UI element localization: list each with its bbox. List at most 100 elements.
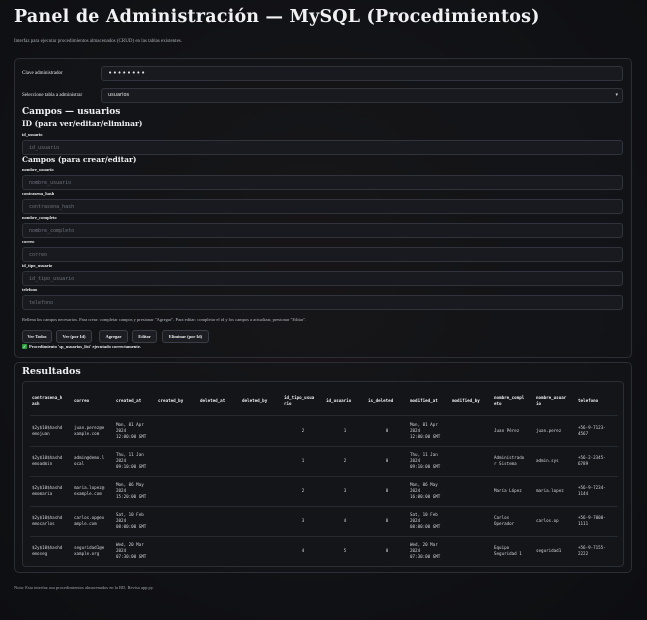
table-cell: Wed, 20 Mar 2024 07:30:00 GMT	[408, 535, 450, 566]
column-header: deleted_at	[200, 397, 226, 403]
table-cell: Thu, 11 Jan 2024 09:10:00 GMT	[114, 445, 156, 476]
table-cell	[156, 475, 198, 506]
table-cell: Sat, 10 Feb 2024 08:00:00 GMT	[114, 505, 156, 536]
table-cell: 0	[366, 505, 408, 536]
fields-section-title: Campos — usuarios	[22, 107, 121, 117]
table-cell: 5	[324, 535, 366, 566]
view-all-button[interactable]: Ver Todos	[22, 330, 52, 343]
column-header: id_usuario	[326, 397, 352, 403]
table-cell: seguridad1	[534, 535, 576, 566]
table-cell: 0	[366, 535, 408, 566]
column-header: created_at	[116, 397, 142, 403]
table-cell: carlos.op	[534, 505, 576, 536]
table-cell: +56-9-7234- 1144	[576, 475, 618, 506]
table-cell	[240, 505, 282, 536]
table-cell: juan.perez	[534, 414, 576, 446]
table-cell: 4	[324, 505, 366, 536]
nombre-completo-input[interactable]	[22, 223, 623, 238]
table-cell: $2y$10$hashd emoseg	[30, 535, 72, 566]
results-table-container[interactable]: contrasena_h ash correo created_at created_…	[22, 381, 624, 567]
table-cell: Mon, 01 Apr 2024 12:00:00 GMT	[114, 414, 156, 446]
column-header: correo	[74, 397, 90, 403]
table-row: $2y$10$hashd emojuan juan.perez@e xample.…	[30, 414, 618, 446]
nombre-usuario-input[interactable]	[22, 175, 623, 190]
table-cell: $2y$10$hashd emoadmin	[30, 445, 72, 476]
table-cell	[240, 475, 282, 506]
edit-button[interactable]: Editar	[132, 330, 157, 343]
table-cell: Carlos Operador	[492, 505, 534, 536]
field-label-nombre-usuario: nombre_usuario	[22, 167, 54, 172]
table-cell	[156, 505, 198, 536]
table-cell: Mon, 06 May 2024 15:20:00 GMT	[114, 475, 156, 506]
id-tipo-usuario-input[interactable]	[22, 271, 623, 286]
column-header: telefono	[578, 397, 599, 403]
column-header: nombre_usuar io	[536, 394, 567, 406]
table-cell: 3	[324, 475, 366, 506]
table-cell: +56-9-7000- 1111	[576, 505, 618, 536]
table-cell	[156, 445, 198, 476]
table-cell	[450, 505, 492, 536]
column-header: nombre_compl eto	[494, 394, 525, 406]
column-header: is_deleted	[368, 397, 394, 403]
table-cell	[450, 535, 492, 566]
table-cell: Wed, 20 Mar 2024 07:30:00 GMT	[114, 535, 156, 566]
field-label-nombre-completo: nombre_completo	[22, 215, 57, 220]
telefono-input[interactable]	[22, 295, 623, 310]
table-cell: +56-2-2345- 6789	[576, 445, 618, 476]
table-cell: 0	[366, 445, 408, 476]
table-cell: maria.lopez	[534, 475, 576, 506]
page-subtitle: Interfaz para ejecutar procedimientos al…	[14, 39, 182, 44]
status-text: Procedimiento 'sp_usuarios_list' ejecuta…	[29, 344, 141, 349]
table-cell: Juan Pérez	[492, 414, 534, 446]
table-cell: $2y$10$hashd emomaria	[30, 475, 72, 506]
table-cell	[240, 535, 282, 566]
column-header: id_tipo_usua rio	[284, 394, 315, 406]
table-body: $2y$10$hashd emojuan juan.perez@e xample.…	[30, 414, 618, 566]
table-cell: $2y$10$hashd emocarlos	[30, 505, 72, 536]
column-header: created_by	[158, 397, 184, 403]
table-cell: Mon, 01 Apr 2024 12:00:00 GMT	[408, 414, 450, 446]
table-cell: Equipo Seguridad 1	[492, 535, 534, 566]
delete-button[interactable]: Eliminar (por Id)	[162, 330, 209, 343]
table-row: $2y$10$hashd emoadmin admin@demo.l ocal Th…	[30, 445, 618, 476]
results-title: Resultados	[22, 366, 81, 377]
table-cell: 3	[282, 505, 324, 536]
table-cell	[198, 475, 240, 506]
table-cell	[198, 505, 240, 536]
id-usuario-input[interactable]	[22, 140, 623, 155]
contrasena-hash-input[interactable]	[22, 199, 623, 214]
table-cell: 1	[324, 414, 366, 446]
table-cell	[198, 414, 240, 446]
view-by-id-button[interactable]: Ver (por Id)	[56, 330, 92, 343]
id-field-label: id_usuario	[22, 132, 43, 137]
admin-panel-page: Panel de Administración — MySQL (Procedi…	[0, 0, 647, 620]
table-select[interactable]: usuarios ▾	[101, 88, 623, 103]
table-header-row: contrasena_h ash correo created_at created_…	[30, 387, 618, 415]
table-cell: juan.perez@e xample.com	[72, 414, 114, 446]
table-row: $2y$10$hashd emomaria maria.lopez@ exampl…	[30, 475, 618, 506]
table-cell: Administrado r Sistema	[492, 445, 534, 476]
add-button[interactable]: Agregar	[99, 330, 128, 343]
create-section-title: Campos (para crear/editar)	[22, 155, 137, 164]
table-cell: 2	[282, 475, 324, 506]
column-header: modified_by	[452, 397, 480, 403]
table-cell: 4	[282, 535, 324, 566]
table-cell	[450, 475, 492, 506]
id-section-title: ID (para ver/editar/eliminar)	[22, 119, 143, 128]
table-row: $2y$10$hashd emocarlos carlos.op@ex ample…	[30, 505, 618, 536]
table-cell	[156, 535, 198, 566]
table-cell: admin.sys	[534, 445, 576, 476]
admin-password-input[interactable]: ••••••••	[101, 66, 623, 81]
table-row: $2y$10$hashd emoseg seguridad1@e xample.o…	[30, 535, 618, 566]
table-cell: 2	[324, 445, 366, 476]
table-select-value: usuarios	[108, 92, 130, 98]
table-cell: carlos.op@ex ample.com	[72, 505, 114, 536]
table-cell: admin@demo.l ocal	[72, 445, 114, 476]
table-cell: maria.lopez@ example.com	[72, 475, 114, 506]
table-cell: 1	[282, 445, 324, 476]
field-label-correo: correo	[22, 239, 35, 244]
check-icon: ✓	[22, 344, 27, 349]
page-title: Panel de Administración — MySQL (Procedi…	[14, 7, 540, 27]
table-cell	[240, 414, 282, 446]
correo-input[interactable]	[22, 247, 623, 262]
